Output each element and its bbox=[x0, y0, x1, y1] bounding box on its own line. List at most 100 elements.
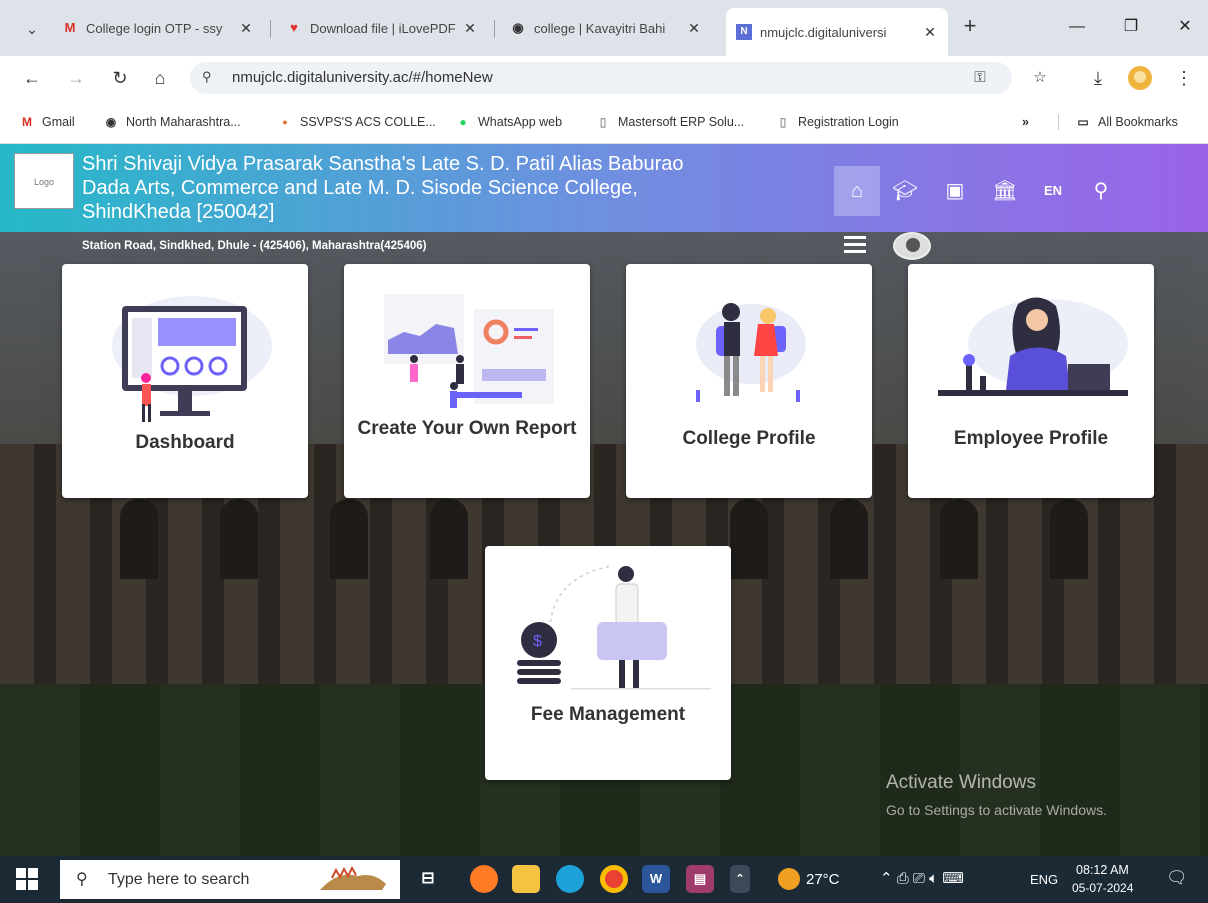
download-icon[interactable]: ⤓ bbox=[1084, 64, 1112, 92]
college-profile-card[interactable]: College Profile bbox=[626, 264, 872, 498]
edge-icon[interactable] bbox=[556, 865, 584, 893]
bookmark-label: Mastersoft ERP Solu... bbox=[618, 115, 745, 129]
reload-icon[interactable]: ↻ bbox=[106, 64, 134, 92]
bookmark-divider bbox=[1058, 114, 1059, 130]
create-report-card[interactable]: Create Your Own Report bbox=[344, 264, 590, 498]
bookmark-label: WhatsApp web bbox=[478, 115, 563, 129]
weather-icon[interactable] bbox=[778, 868, 800, 890]
forward-icon[interactable]: → bbox=[62, 64, 90, 92]
file-explorer-icon[interactable] bbox=[512, 865, 540, 893]
search-icon: ⚲ bbox=[76, 871, 88, 888]
bookmark-label: All Bookmarks bbox=[1098, 115, 1178, 129]
card-label: Create Your Own Report bbox=[344, 416, 590, 442]
tab-search-button[interactable]: ⌄ bbox=[18, 16, 46, 42]
tab-divider bbox=[270, 20, 271, 38]
chrome-icon[interactable] bbox=[600, 865, 628, 893]
activate-windows-title: Activate Windows bbox=[886, 772, 1036, 793]
card-label: Dashboard bbox=[135, 432, 235, 453]
url-omnibox[interactable]: ⚲ nmujclc.digitaluniversity.ac/#/homeNew… bbox=[190, 62, 1012, 94]
notification-icon[interactable]: 🗨︎ bbox=[1166, 868, 1188, 888]
bookmark-label: Registration Login bbox=[798, 115, 899, 129]
tab-nmujclc[interactable]: N nmujclc.digitaluniversi ✕ bbox=[726, 8, 948, 56]
profile-avatar[interactable] bbox=[1128, 66, 1152, 90]
whatsapp-icon: ● bbox=[459, 115, 467, 129]
tab-divider bbox=[494, 20, 495, 38]
word-icon[interactable]: W bbox=[642, 865, 670, 893]
clock-time[interactable]: 08:12 AM bbox=[1076, 863, 1129, 877]
restore-icon[interactable]: ❐ bbox=[1116, 14, 1146, 40]
card-label-text: Create Your Own Report bbox=[357, 418, 577, 439]
window-icon[interactable]: ▣ bbox=[932, 166, 978, 216]
students-illustration bbox=[696, 303, 806, 402]
windows-start-icon[interactable] bbox=[16, 868, 38, 890]
back-icon[interactable]: ← bbox=[18, 64, 46, 92]
tab-college-kavayitri[interactable]: ◉ college | Kavayitri Bahi ✕ bbox=[500, 12, 712, 44]
tab-title: college | Kavayitri Bahi bbox=[534, 20, 666, 36]
bookmark-registration-login[interactable]: ▯ Registration Login bbox=[776, 112, 899, 132]
bookmark-whatsapp[interactable]: ● WhatsApp web bbox=[456, 112, 562, 132]
close-icon[interactable]: ✕ bbox=[238, 20, 254, 37]
clock-date[interactable]: 05-07-2024 bbox=[1072, 881, 1133, 895]
bookmark-gmail[interactable]: M Gmail bbox=[20, 112, 75, 132]
doc-icon: ▯ bbox=[779, 115, 787, 129]
firefox-icon[interactable] bbox=[470, 865, 498, 893]
bookmarks-bar: M Gmail ◉ North Maharashtra... ● SSVPS'S… bbox=[0, 100, 1208, 144]
site-icon: ● bbox=[282, 117, 288, 127]
url-text[interactable]: nmujclc.digitaluniversity.ac/#/homeNew bbox=[232, 69, 493, 86]
all-bookmarks-button[interactable]: ▭ All Bookmarks bbox=[1076, 112, 1178, 132]
weather-temperature[interactable]: 27°C bbox=[806, 871, 840, 888]
task-view-icon[interactable]: ⊟ bbox=[414, 865, 442, 893]
new-tab-button[interactable]: + bbox=[958, 15, 982, 39]
language-button[interactable]: EN bbox=[1030, 166, 1076, 216]
dashboard-illustration bbox=[112, 296, 272, 422]
winrar-icon[interactable]: ▤ bbox=[686, 865, 714, 893]
site-info-icon[interactable]: ⚲ bbox=[202, 69, 212, 85]
graduation-cap-icon[interactable]: 🎓︎ bbox=[882, 166, 928, 216]
search-icon[interactable]: ⚲ bbox=[1078, 166, 1124, 216]
tab-download-file[interactable]: ♥ Download file | iLovePDF ✕ bbox=[276, 12, 488, 44]
site-icon: N bbox=[736, 24, 752, 40]
employee-profile-card[interactable]: Employee Profile bbox=[908, 264, 1154, 498]
doc-icon: ▯ bbox=[599, 115, 607, 129]
background-window bbox=[940, 499, 978, 579]
close-icon[interactable]: ✕ bbox=[686, 20, 702, 37]
gmail-icon: M bbox=[22, 115, 32, 129]
card-label: College Profile bbox=[682, 428, 816, 449]
system-tray-icons[interactable]: ⌃ ⎙ ⎚ 🔈︎ ⌨ bbox=[880, 869, 964, 887]
college-name: Shri Shivaji Vidya Prasarak Sanstha's La… bbox=[82, 152, 802, 224]
college-logo: Logo bbox=[14, 153, 74, 209]
background-window bbox=[1050, 499, 1088, 579]
minimize-icon[interactable]: — bbox=[1062, 14, 1092, 40]
windows-taskbar: ⚲ Type here to search ⊟ W ▤ ⌃ 27°C ⌃ ⎙ ⎚… bbox=[0, 856, 1208, 903]
page-content: Logo Shri Shivaji Vidya Prasarak Sanstha… bbox=[0, 144, 1208, 856]
close-icon[interactable]: ✕ bbox=[922, 24, 938, 41]
background-window bbox=[330, 499, 368, 579]
show-more-apps-icon[interactable]: ⌃ bbox=[730, 865, 750, 893]
password-key-icon[interactable]: ⚿ bbox=[968, 67, 992, 89]
institution-icon[interactable]: 🏛︎ bbox=[982, 166, 1028, 216]
fee-management-card[interactable]: $ Fee Management bbox=[485, 546, 731, 780]
employee-illustration bbox=[938, 297, 1128, 396]
hamburger-menu-icon[interactable] bbox=[844, 236, 866, 254]
bookmark-ssvps[interactable]: ● SSVPS'S ACS COLLE... bbox=[278, 112, 436, 132]
activate-windows-subtitle: Go to Settings to activate Windows. bbox=[886, 802, 1107, 818]
close-icon[interactable]: ✕ bbox=[462, 20, 478, 37]
more-bookmarks-button[interactable]: » bbox=[1022, 112, 1029, 132]
dashboard-card[interactable]: Dashboard bbox=[62, 264, 308, 498]
browser-tab-bar: ⌄ M College login OTP - ssy ✕ ♥ Download… bbox=[0, 0, 1208, 56]
close-window-icon[interactable]: ✕ bbox=[1170, 14, 1200, 40]
home-nav-icon[interactable]: ⌂ bbox=[834, 166, 880, 216]
menu-dots-icon[interactable]: ⋮ bbox=[1170, 64, 1198, 92]
bookmark-star-icon[interactable]: ☆ bbox=[1028, 67, 1052, 89]
card-label: Employee Profile bbox=[953, 428, 1109, 449]
card-label: Fee Management bbox=[485, 702, 731, 728]
bookmark-north-maharashtra[interactable]: ◉ North Maharashtra... bbox=[104, 112, 241, 132]
tab-college-login-otp[interactable]: M College login OTP - ssy ✕ bbox=[52, 12, 264, 44]
home-icon[interactable]: ⌂ bbox=[146, 64, 174, 92]
university-icon: ◉ bbox=[512, 20, 524, 35]
bookmark-label: SSVPS'S ACS COLLE... bbox=[300, 115, 436, 129]
language-indicator[interactable]: ENG bbox=[1030, 872, 1058, 887]
user-avatar[interactable] bbox=[893, 232, 931, 260]
bookmark-mastersoft[interactable]: ▯ Mastersoft ERP Solu... bbox=[596, 112, 745, 132]
taskbar-search-box[interactable]: ⚲ Type here to search bbox=[60, 860, 400, 899]
